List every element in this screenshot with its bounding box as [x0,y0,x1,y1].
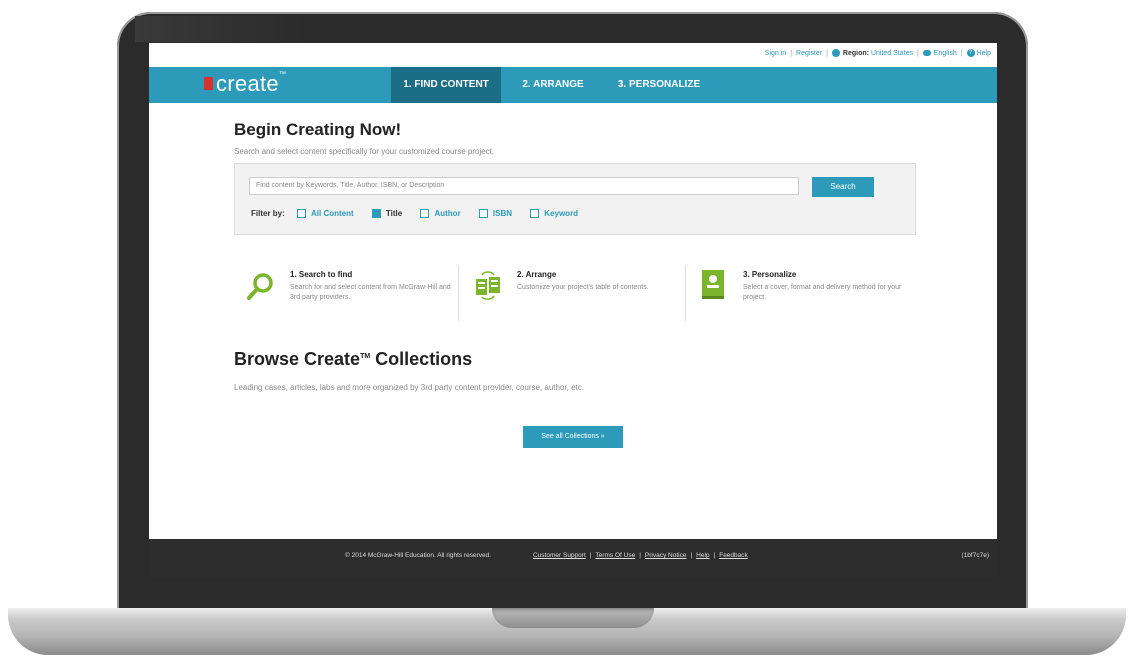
tab-arrange[interactable]: 2. ARRANGE [511,67,595,103]
sign-in-link[interactable]: Sign in [765,50,786,57]
search-panel: Find content by Keywords, Title, Author,… [234,163,916,235]
tab-find-content[interactable]: 1. FIND CONTENT [391,67,501,103]
book-icon [702,270,724,299]
utility-bar: Sign in | Register | Region: United States | E… [149,43,997,67]
search-input[interactable]: Find content by Keywords, Title, Author,… [249,177,799,195]
step-search: 1. Search to find Search for and select … [244,261,454,325]
step-title: 2. Arrange [517,270,557,279]
filter-title[interactable]: Title [371,209,402,219]
filter-author[interactable]: Author [420,209,461,219]
filter-label: Filter by: [251,209,285,218]
page-title: Begin Creating Now! [234,120,402,139]
step-text: Select a cover, format and delivery meth… [743,284,902,301]
language-link[interactable]: English [934,50,957,57]
step-title: 3. Personalize [743,270,797,279]
footer-link-help[interactable]: Help [696,552,709,559]
step-text: Customize your project's table of conten… [517,284,649,291]
help-icon: ? [966,49,975,57]
checkbox-icon[interactable] [478,209,488,219]
checkbox-icon[interactable] [297,209,307,219]
build-id: (1bf7c7e) [961,552,989,559]
step-title: 1. Search to find [290,270,353,279]
help-link[interactable]: Help [977,50,991,57]
globe-icon [831,49,840,57]
region-label: Region: [842,49,869,57]
step-text: Search for and select content from McGra… [290,284,451,301]
footer-link-privacy[interactable]: Privacy Notice [645,552,687,559]
region-link[interactable]: United States [871,50,913,57]
create-logo[interactable]: create™ [216,71,286,97]
divider [685,265,686,321]
footer-link-feedback[interactable]: Feedback [719,552,748,559]
search-button[interactable]: Search [812,177,874,197]
see-all-collections-button[interactable]: See all Collections » [523,426,623,448]
step-arrange: 2. Arrange Customize your project's tabl… [471,261,681,325]
register-link[interactable]: Register [796,50,822,57]
laptop-notch [492,608,654,628]
footer-links: Customer Support | Terms Of Use | Privacy No… [533,552,748,559]
divider [458,265,459,321]
footer-link-customer-support[interactable]: Customer Support [533,552,586,559]
utility-links: Sign in | Register | Region: United States | E… [764,49,991,57]
screen: Sign in | Register | Region: United States | E… [149,43,997,577]
magnifier-icon [247,273,273,300]
collections-title: Browse CreateTM Collections [234,349,473,369]
filter-isbn[interactable]: ISBN [478,209,512,219]
footer: © 2014 McGraw-Hill Education. All rights… [149,539,997,577]
footer-link-terms[interactable]: Terms Of Use [595,552,635,559]
speech-bubble-icon [922,50,931,56]
arrange-icon [476,271,500,300]
mcgraw-hill-logo-icon [204,77,213,90]
checkbox-icon[interactable] [420,209,430,219]
checkbox-icon[interactable] [530,209,540,219]
page-subtitle: Search and select content specifically f… [234,147,495,156]
filter-keyword[interactable]: Keyword [530,209,578,219]
tab-personalize[interactable]: 3. PERSONALIZE [607,67,711,103]
step-personalize: 3. Personalize Select a cover, format an… [697,261,917,325]
filter-all-content[interactable]: All Content [297,209,354,219]
collections-subtitle: Leading cases, articles, labs and more o… [234,383,584,392]
filter-bar: Filter by: All Content Title Author ISBN… [251,209,594,219]
laptop-gloss [135,16,305,42]
main-nav: create™ 1. FIND CONTENT 2. ARRANGE 3. PE… [149,67,997,103]
checkbox-checked-icon[interactable] [371,209,381,219]
copyright: © 2014 McGraw-Hill Education. All rights… [345,552,492,559]
